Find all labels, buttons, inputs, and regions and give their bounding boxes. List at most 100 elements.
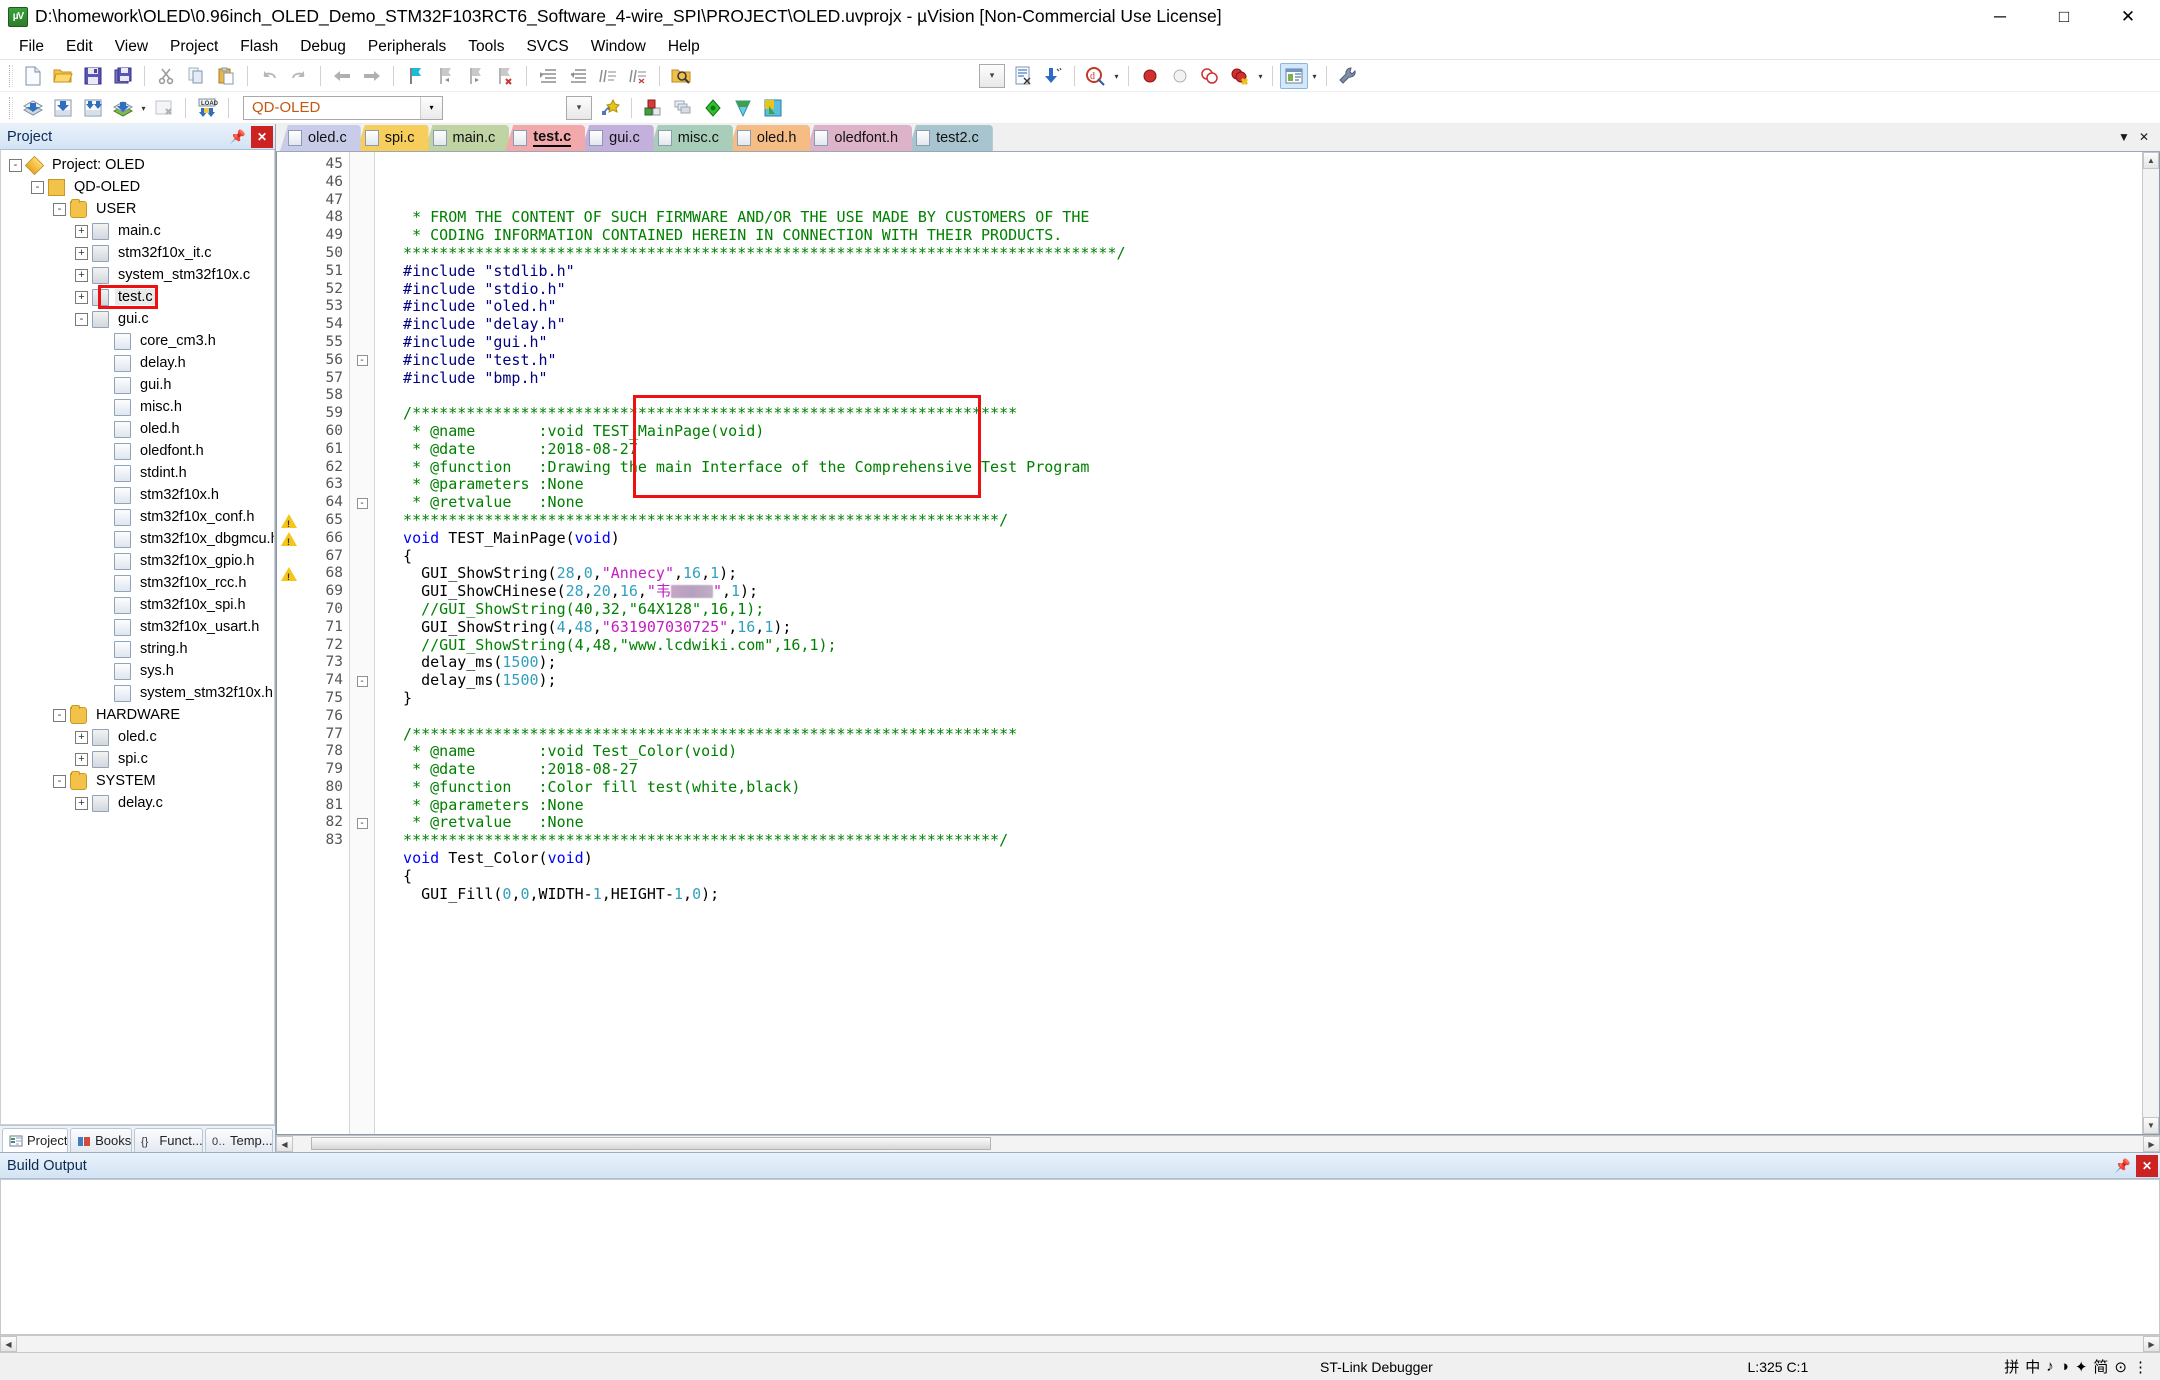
tree-item-system-stm32f10x-h[interactable]: system_stm32f10x.h — [1, 682, 274, 704]
menu-debug[interactable]: Debug — [289, 35, 357, 59]
tree-item-stm32f10x-dbgmcu-h[interactable]: stm32f10x_dbgmcu.h — [1, 528, 274, 550]
manage-project-items-icon[interactable] — [639, 95, 667, 121]
translate-icon[interactable] — [19, 95, 47, 121]
tree-item-oled-c[interactable]: + oled.c — [1, 726, 274, 748]
scroll-left-icon[interactable]: ◀ — [0, 1336, 17, 1352]
fold-toggle[interactable]: - — [350, 494, 374, 512]
batch-build-icon[interactable] — [109, 95, 137, 121]
ime-moon-icon[interactable]: ◑ — [2057, 1358, 2072, 1375]
code-text[interactable]: * FROM THE CONTENT OF SUCH FIRMWARE AND/… — [375, 152, 2142, 1134]
tree-item-test-c[interactable]: + test.c — [1, 285, 274, 309]
menu-flash[interactable]: Flash — [229, 35, 289, 59]
multi-project-icon[interactable] — [669, 95, 697, 121]
target-selector[interactable]: QD-OLED ▾ — [243, 95, 443, 120]
tree-item-system[interactable]: - SYSTEM — [1, 770, 274, 792]
debug-dropdown-icon[interactable]: ▾ — [1111, 63, 1122, 89]
editor-tab-oled-c[interactable]: oled.c — [280, 125, 361, 151]
tree-item-hardware[interactable]: - HARDWARE — [1, 704, 274, 726]
config-wizard-icon[interactable] — [1009, 63, 1037, 89]
menu-file[interactable]: File — [8, 35, 55, 59]
editor-tab-test2-c[interactable]: test2.c — [908, 125, 993, 151]
expand-icon[interactable]: + — [75, 246, 88, 260]
close-icon[interactable]: ✕ — [251, 125, 273, 148]
navigate-forward-icon[interactable] — [358, 63, 386, 89]
pin-icon[interactable]: 📌 — [227, 126, 249, 148]
menu-peripherals[interactable]: Peripherals — [357, 35, 457, 59]
tree-item-string-h[interactable]: string.h — [1, 638, 274, 660]
scroll-up-icon[interactable]: ▲ — [2143, 152, 2159, 169]
maximize-button[interactable]: □ — [2032, 0, 2096, 34]
expand-icon[interactable]: + — [75, 224, 88, 238]
build-output-text[interactable] — [0, 1179, 2160, 1335]
tree-item-system-stm32f10x-c[interactable]: + system_stm32f10x.c — [1, 264, 274, 286]
toolbar-grip[interactable] — [9, 64, 13, 87]
horizontal-scroll-thumb[interactable] — [311, 1137, 991, 1150]
expand-icon[interactable]: + — [75, 752, 88, 766]
editor-tab-gui-c[interactable]: gui.c — [581, 125, 654, 151]
collapse-icon[interactable]: - — [75, 312, 88, 326]
tab-close-icon[interactable]: ✕ — [2134, 127, 2154, 147]
editor-horizontal-scrollbar[interactable]: ◀ ▶ — [276, 1135, 2160, 1152]
tree-item-delay-c[interactable]: + delay.c — [1, 792, 274, 814]
ime-sparkle-icon[interactable]: ✦ — [2072, 1358, 2091, 1376]
bookmark-toggle-icon[interactable] — [401, 63, 429, 89]
paste-icon[interactable] — [212, 63, 240, 89]
editor-tab-main-c[interactable]: main.c — [424, 125, 510, 151]
target-options-icon[interactable] — [596, 95, 624, 121]
tree-item-gui-h[interactable]: gui.h — [1, 374, 274, 396]
tree-item-spi-c[interactable]: + spi.c — [1, 748, 274, 770]
breakpoint-disable-all-icon[interactable] — [1196, 63, 1224, 89]
expand-icon[interactable]: + — [75, 796, 88, 810]
tree-item-stm32f10x-gpio-h[interactable]: stm32f10x_gpio.h — [1, 550, 274, 572]
menu-view[interactable]: View — [104, 35, 159, 59]
editor-tab-spi-c[interactable]: spi.c — [356, 125, 429, 151]
tree-item-stm32f10x-rcc-h[interactable]: stm32f10x_rcc.h — [1, 572, 274, 594]
ime-pinyin[interactable]: 拼 — [2001, 1356, 2022, 1377]
tree-item-stm32f10x-it-c[interactable]: + stm32f10x_it.c — [1, 242, 274, 264]
load-icon[interactable]: LOAD — [193, 95, 221, 121]
editor-vertical-scrollbar[interactable]: ▲ ▼ — [2142, 152, 2159, 1134]
navigate-back-icon[interactable] — [328, 63, 356, 89]
collapse-icon[interactable]: - — [9, 158, 22, 172]
outdent-icon[interactable] — [564, 63, 592, 89]
breakpoint-dropdown-icon[interactable]: ▾ — [1255, 63, 1266, 89]
target-options-combo[interactable]: ▾ — [566, 95, 592, 120]
tab-project[interactable]: Project — [2, 1128, 69, 1152]
tab-templates[interactable]: 0… Temp... — [205, 1128, 274, 1152]
tree-item-stdint-h[interactable]: stdint.h — [1, 462, 274, 484]
manage-windows-dropdown-icon[interactable]: ▾ — [1309, 63, 1320, 89]
breakpoint-kill-all-icon[interactable] — [1226, 63, 1254, 89]
bookmark-next-icon[interactable] — [461, 63, 489, 89]
rebuild-icon[interactable] — [79, 95, 107, 121]
build-output-scrollbar[interactable]: ◀ ▶ — [0, 1335, 2160, 1352]
collapse-icon[interactable]: - — [31, 180, 44, 194]
editor-tab-oledfont-h[interactable]: oledfont.h — [806, 125, 913, 151]
collapse-icon[interactable]: - — [356, 817, 368, 829]
vertical-scroll-track[interactable] — [2143, 169, 2159, 1117]
manage-windows-icon[interactable] — [1280, 62, 1308, 89]
ime-chinese[interactable]: 中 — [2022, 1356, 2043, 1377]
scroll-down-icon[interactable]: ▼ — [2143, 1117, 2159, 1134]
project-tree[interactable]: - Project: OLED - QD-OLED - USER + main.c + stm32… — [0, 150, 275, 1125]
pack-installer-icon[interactable] — [729, 95, 757, 121]
open-file-icon[interactable] — [49, 63, 77, 89]
uncomment-icon[interactable] — [624, 63, 652, 89]
tree-item-oled-h[interactable]: oled.h — [1, 418, 274, 440]
tab-list-dropdown-icon[interactable]: ▼ — [2114, 127, 2134, 147]
tree-item-gui-c[interactable]: - gui.c — [1, 308, 274, 330]
ime-circle-icon[interactable]: ⊙ — [2111, 1358, 2130, 1376]
copy-icon[interactable] — [182, 63, 210, 89]
tree-item-stm32f10x-usart-h[interactable]: stm32f10x_usart.h — [1, 616, 274, 638]
menu-edit[interactable]: Edit — [55, 35, 104, 59]
tree-item-main-c[interactable]: + main.c — [1, 220, 274, 242]
new-file-icon[interactable] — [19, 63, 47, 89]
tree-item-stm32f10x-conf-h[interactable]: stm32f10x_conf.h — [1, 506, 274, 528]
cut-icon[interactable] — [152, 63, 180, 89]
code-editor[interactable]: 4546474849505152535455565758596061626364… — [276, 152, 2160, 1135]
tree-item-stm32f10x-spi-h[interactable]: stm32f10x_spi.h — [1, 594, 274, 616]
collapse-icon[interactable]: - — [356, 675, 368, 687]
expand-icon[interactable]: + — [75, 268, 88, 282]
env-icon[interactable] — [759, 95, 787, 121]
tree-item-user[interactable]: - USER — [1, 198, 274, 220]
tree-item-core-cm3-h[interactable]: core_cm3.h — [1, 330, 274, 352]
